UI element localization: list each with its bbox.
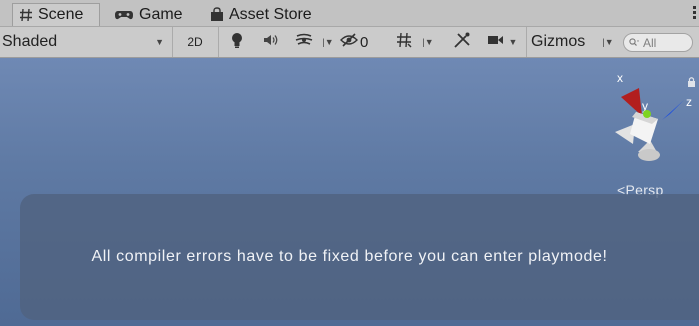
speaker-icon [263, 33, 279, 51]
audio-toggle[interactable] [256, 27, 286, 57]
orientation-gizmo[interactable]: x y z [600, 68, 699, 168]
y-axis-handle[interactable] [643, 110, 651, 118]
tab-game[interactable]: Game [108, 3, 198, 26]
search-placeholder: All [643, 35, 657, 50]
lock-icon[interactable] [688, 77, 695, 87]
draw-mode-dropdown[interactable]: Shaded ▼ [0, 27, 172, 57]
tab-label: Game [139, 5, 183, 23]
lightbulb-icon [231, 32, 243, 53]
effects-icon [295, 33, 313, 52]
tab-label: Scene [38, 6, 84, 23]
chevron-down-icon: |▼ [602, 37, 614, 47]
eye-slash-icon [340, 32, 358, 52]
tab-asset-store[interactable]: Asset Store [204, 3, 334, 26]
draw-mode-label: Shaded [2, 33, 58, 50]
chevron-down-icon: ▼ [155, 37, 164, 47]
tab-menu-icon[interactable] [693, 6, 697, 20]
mode-2d-label: 2D [187, 35, 203, 49]
camera-dropdown[interactable]: ▼ [480, 27, 524, 57]
search-icon [629, 38, 640, 47]
tab-label: Asset Store [229, 5, 312, 23]
effects-toggle[interactable] [290, 27, 318, 57]
tools-toggle[interactable] [446, 27, 478, 57]
camera-icon [487, 33, 505, 51]
neg-y-base [638, 149, 660, 161]
gizmos-dropdown[interactable]: |▼ [598, 27, 618, 57]
chevron-down-icon: |▼ [322, 37, 334, 47]
scene-toolbar: Shaded ▼ 2D |▼ 0 |▼ ▼ Gizmos |▼ All [0, 27, 699, 58]
chevron-down-icon: |▼ [422, 37, 434, 47]
grid-toggle[interactable] [390, 27, 418, 57]
tab-scene[interactable]: Scene [12, 3, 100, 26]
chevron-down-icon: ▼ [508, 37, 518, 47]
x-axis-cone[interactable] [621, 88, 642, 116]
axis-label-z: z [686, 95, 692, 109]
lighting-toggle[interactable] [218, 27, 255, 57]
shopping-bag-icon [210, 7, 224, 22]
grid-icon [396, 32, 412, 53]
hidden-objects-toggle[interactable]: 0 [340, 27, 388, 57]
tools-icon [453, 32, 471, 53]
compiler-error-notification: All compiler errors have to be fixed bef… [20, 194, 699, 320]
z-axis-cone[interactable] [662, 100, 684, 120]
mode-2d-button[interactable]: 2D [178, 27, 212, 57]
scene-icon [19, 8, 33, 22]
game-controller-icon [114, 9, 134, 21]
effects-dropdown[interactable]: |▼ [318, 27, 338, 57]
tab-bar: Scene Game Asset Store [0, 0, 699, 27]
gizmos-button[interactable]: Gizmos [526, 27, 598, 57]
hidden-count: 0 [360, 33, 369, 51]
scene-viewport[interactable]: x y z <Persp All compiler errors have to… [0, 58, 699, 326]
axis-label-x: x [617, 71, 623, 85]
grid-dropdown[interactable]: |▼ [418, 27, 438, 57]
scene-search-field[interactable]: All [623, 33, 693, 52]
notification-text: All compiler errors have to be fixed bef… [91, 248, 608, 265]
gizmos-label: Gizmos [531, 33, 586, 50]
